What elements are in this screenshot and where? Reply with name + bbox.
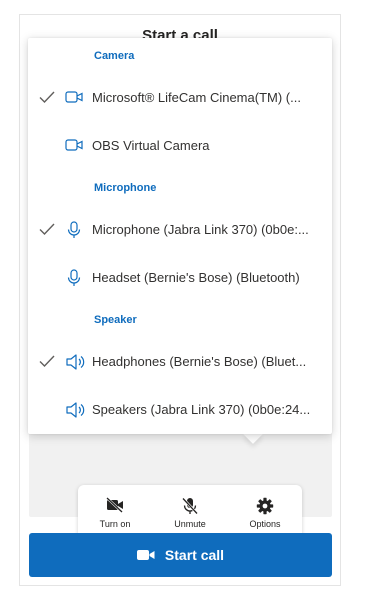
menu-item-microphone-jabra[interactable]: Microphone (Jabra Link 370) (0b0e:... xyxy=(28,210,332,250)
start-call-label: Start call xyxy=(164,547,225,563)
camera-icon xyxy=(65,139,83,151)
menu-item-camera-obs[interactable]: OBS Virtual Camera xyxy=(28,126,332,166)
video-camera-icon xyxy=(136,550,155,560)
microphone-icon xyxy=(67,221,81,238)
menu-item-label: Speakers (Jabra Link 370) (0b0e:24... xyxy=(92,402,311,417)
menu-item-label: Microphone (Jabra Link 370) (0b0e:... xyxy=(92,222,309,237)
checkmark-icon xyxy=(39,355,55,367)
menu-item-speaker-jabra[interactable]: Speakers (Jabra Link 370) (0b0e:24... xyxy=(28,390,332,430)
camera-off-icon xyxy=(106,497,123,513)
menu-item-camera-lifecam[interactable]: Microsoft® LifeCam Cinema(TM) (... xyxy=(28,78,332,118)
menu-item-label: Headset (Bernie's Bose) (Bluetooth) xyxy=(92,270,300,285)
microphone-icon xyxy=(67,269,81,286)
menu-item-label: Microsoft® LifeCam Cinema(TM) (... xyxy=(92,90,301,105)
mute-toggle-label: Unmute xyxy=(174,519,206,529)
microphone-off-icon xyxy=(182,497,198,515)
options-label: Options xyxy=(249,519,281,529)
microphone-section-header: Microphone xyxy=(94,182,157,194)
checkmark-icon xyxy=(39,91,55,103)
speaker-icon xyxy=(66,354,85,370)
menu-item-label: Headphones (Bernie's Bose) (Bluet... xyxy=(92,354,307,369)
speaker-section-header: Speaker xyxy=(94,314,137,326)
camera-section-header: Camera xyxy=(94,50,135,62)
menu-item-microphone-headset[interactable]: Headset (Bernie's Bose) (Bluetooth) xyxy=(28,258,332,298)
start-call-button[interactable]: Start call xyxy=(29,533,332,577)
menu-item-speaker-headphones[interactable]: Headphones (Bernie's Bose) (Bluet... xyxy=(28,342,332,382)
checkmark-icon xyxy=(39,223,55,235)
menu-item-label: OBS Virtual Camera xyxy=(92,138,210,153)
gear-icon xyxy=(256,497,274,515)
camera-toggle-label: Turn on xyxy=(99,519,131,529)
speaker-icon xyxy=(66,402,85,418)
device-settings-menu: Camera Microsoft® LifeCam Cinema(TM) (..… xyxy=(28,38,332,434)
camera-icon xyxy=(65,91,83,103)
